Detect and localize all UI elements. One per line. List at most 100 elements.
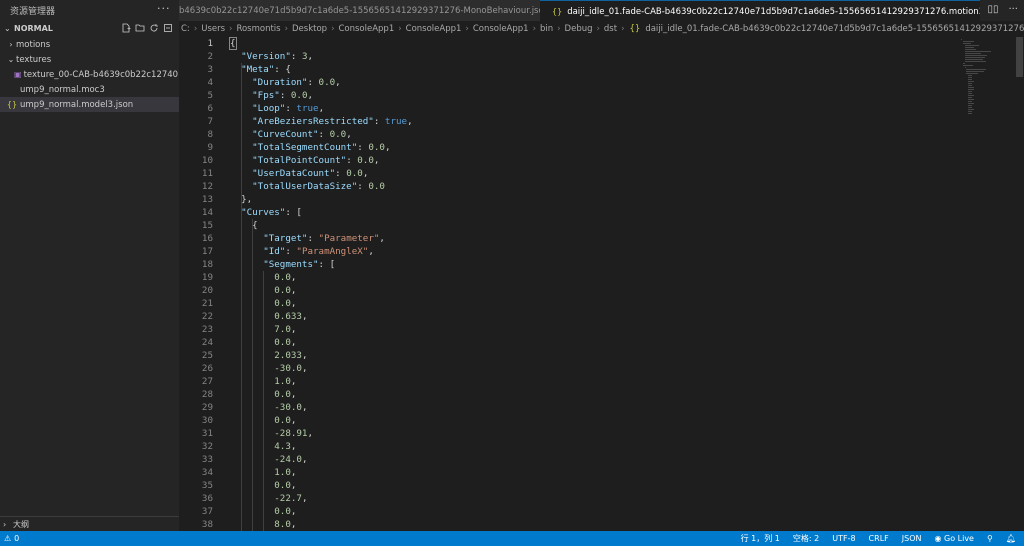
code-line[interactable]: 23 7.0,: [179, 323, 959, 336]
minimap-line: [966, 69, 987, 70]
breadcrumb-item[interactable]: Users: [199, 24, 227, 34]
code-line[interactable]: 28 0.0,: [179, 388, 959, 401]
minimap-line: [968, 101, 972, 102]
code-line[interactable]: 1{: [179, 37, 959, 50]
language-mode[interactable]: JSON: [902, 534, 922, 543]
collapse-all-icon[interactable]: [163, 23, 173, 33]
code-line[interactable]: 20 0.0,: [179, 284, 959, 297]
new-file-icon[interactable]: [121, 23, 131, 33]
minimap-line: [968, 89, 974, 90]
code-line[interactable]: 2 "Version": 3,: [179, 50, 959, 63]
code-line[interactable]: 13 },: [179, 193, 959, 206]
refresh-icon[interactable]: [149, 23, 159, 33]
code-line[interactable]: 32 4.3,: [179, 440, 959, 453]
tree-folder-motions[interactable]: › motions: [0, 37, 179, 52]
remote-icon[interactable]: ⚠: [4, 534, 11, 543]
code-line[interactable]: 25 2.033,: [179, 349, 959, 362]
minimap-line: [968, 95, 974, 96]
workspace-section-header[interactable]: ⌄ NORMAL: [0, 20, 179, 36]
code-line[interactable]: 8 "CurveCount": 0.0,: [179, 128, 959, 141]
line-ending[interactable]: CRLF: [869, 534, 889, 543]
code-line[interactable]: 19 0.0,: [179, 271, 959, 284]
minimap-line: [968, 105, 972, 106]
code-line[interactable]: 9 "TotalSegmentCount": 0.0,: [179, 141, 959, 154]
line-text: "Duration": 0.0,: [252, 77, 341, 88]
problems-count[interactable]: 0: [14, 534, 19, 543]
breadcrumb-item[interactable]: ConsoleApp1: [471, 24, 531, 34]
more-actions-icon[interactable]: ···: [1008, 4, 1018, 15]
line-text: "Meta": {: [241, 64, 291, 75]
vertical-scrollbar[interactable]: [1015, 37, 1024, 531]
breadcrumb-item[interactable]: C:: [179, 24, 192, 34]
code-line[interactable]: 12 "TotalUserDataSize": 0.0: [179, 180, 959, 193]
code-line[interactable]: 18 "Segments": [: [179, 258, 959, 271]
breadcrumb-item[interactable]: Rosmontis: [234, 24, 282, 34]
code-line[interactable]: 11 "UserDataCount": 0.0,: [179, 167, 959, 180]
code-line[interactable]: 15 {: [179, 219, 959, 232]
code-line[interactable]: 35 0.0,: [179, 479, 959, 492]
code-line[interactable]: 30 0.0,: [179, 414, 959, 427]
tree-file-moc3[interactable]: ump9_normal.moc3: [0, 82, 179, 97]
minimap-line: [961, 39, 962, 40]
go-live-button[interactable]: ◉ Go Live: [934, 534, 974, 543]
minimap-line: [964, 55, 988, 56]
notifications-icon[interactable]: 🔔︎: [1006, 534, 1016, 543]
breadcrumb-item[interactable]: ConsoleApp1: [404, 24, 464, 34]
minimap-line: [968, 87, 974, 88]
code-line[interactable]: 22 0.633,: [179, 310, 959, 323]
indentation[interactable]: 空格: 2: [793, 533, 819, 544]
code-line[interactable]: 5 "Fps": 0.0,: [179, 89, 959, 102]
encoding[interactable]: UTF-8: [832, 534, 855, 543]
line-number: 11: [201, 168, 213, 179]
code-line[interactable]: 33 -24.0,: [179, 453, 959, 466]
tree-file-texture[interactable]: ▣ texture_00-CAB-b4639c0b22c12740...: [0, 67, 179, 82]
line-number: 16: [201, 233, 213, 244]
more-actions-icon[interactable]: ···: [157, 2, 171, 15]
line-number: 13: [201, 194, 213, 205]
line-number: 27: [201, 376, 213, 387]
breadcrumb-item[interactable]: dst: [602, 24, 619, 34]
code-line[interactable]: 31 -28.91,: [179, 427, 959, 440]
tree-item-label: motions: [16, 39, 51, 50]
feedback-icon[interactable]: ⚲: [987, 534, 993, 543]
code-line[interactable]: 7 "AreBeziersRestricted": true,: [179, 115, 959, 128]
chevron-down-icon: ⌄: [4, 23, 11, 33]
code-line[interactable]: 4 "Duration": 0.0,: [179, 76, 959, 89]
code-line[interactable]: 26 -30.0,: [179, 362, 959, 375]
minimap-line: [964, 51, 991, 52]
code-line[interactable]: 36 -22.7,: [179, 492, 959, 505]
breadcrumb-item[interactable]: ConsoleApp1: [336, 24, 396, 34]
minimap-line: [968, 93, 972, 94]
line-number: 29: [201, 402, 213, 413]
tree-folder-textures[interactable]: ⌄ textures: [0, 52, 179, 67]
breadcrumb-item[interactable]: bin: [538, 24, 555, 34]
code-line[interactable]: 29 -30.0,: [179, 401, 959, 414]
code-line[interactable]: 37 0.0,: [179, 505, 959, 518]
breadcrumb-item[interactable]: Debug: [563, 24, 595, 34]
code-line[interactable]: 34 1.0,: [179, 466, 959, 479]
cursor-position[interactable]: 行 1，列 1: [741, 533, 780, 544]
split-editor-icon[interactable]: ▯▯: [987, 4, 998, 15]
tab-monobehaviour-json[interactable]: b4639c0b22c12740e71d5b9d7c1a6de5-1556565…: [179, 0, 540, 21]
code-line[interactable]: 16 "Target": "Parameter",: [179, 232, 959, 245]
tree-file-model3-json[interactable]: {} ump9_normal.model3.json: [0, 97, 179, 112]
new-folder-icon[interactable]: [135, 23, 145, 33]
code-line[interactable]: 24 0.0,: [179, 336, 959, 349]
breadcrumb-item[interactable]: daiji_idle_01.fade-CAB-b4639c0b22c12740e…: [643, 24, 1024, 34]
code-line[interactable]: 6 "Loop": true,: [179, 102, 959, 115]
scrollbar-thumb[interactable]: [1016, 37, 1023, 77]
outline-section-header[interactable]: › 大纲: [0, 516, 179, 532]
code-line[interactable]: 17 "Id": "ParamAngleX",: [179, 245, 959, 258]
code-line[interactable]: 38 8.0,: [179, 518, 959, 531]
code-line[interactable]: 21 0.0,: [179, 297, 959, 310]
code-line[interactable]: 10 "TotalPointCount": 0.0,: [179, 154, 959, 167]
breadcrumb-item[interactable]: Desktop: [290, 24, 329, 34]
minimap-line: [962, 65, 973, 66]
code-line[interactable]: 3 "Meta": {: [179, 63, 959, 76]
code-editor[interactable]: 1{2 "Version": 3, 3 "Meta": {4 "Duration"…: [179, 37, 959, 531]
indent-guide: [241, 63, 243, 531]
code-line[interactable]: 14 "Curves": [: [179, 206, 959, 219]
minimap[interactable]: [959, 37, 1015, 531]
tab-motion3-json[interactable]: {} daiji_idle_01.fade-CAB-b4639c0b22c127…: [540, 0, 980, 22]
code-line[interactable]: 27 1.0,: [179, 375, 959, 388]
